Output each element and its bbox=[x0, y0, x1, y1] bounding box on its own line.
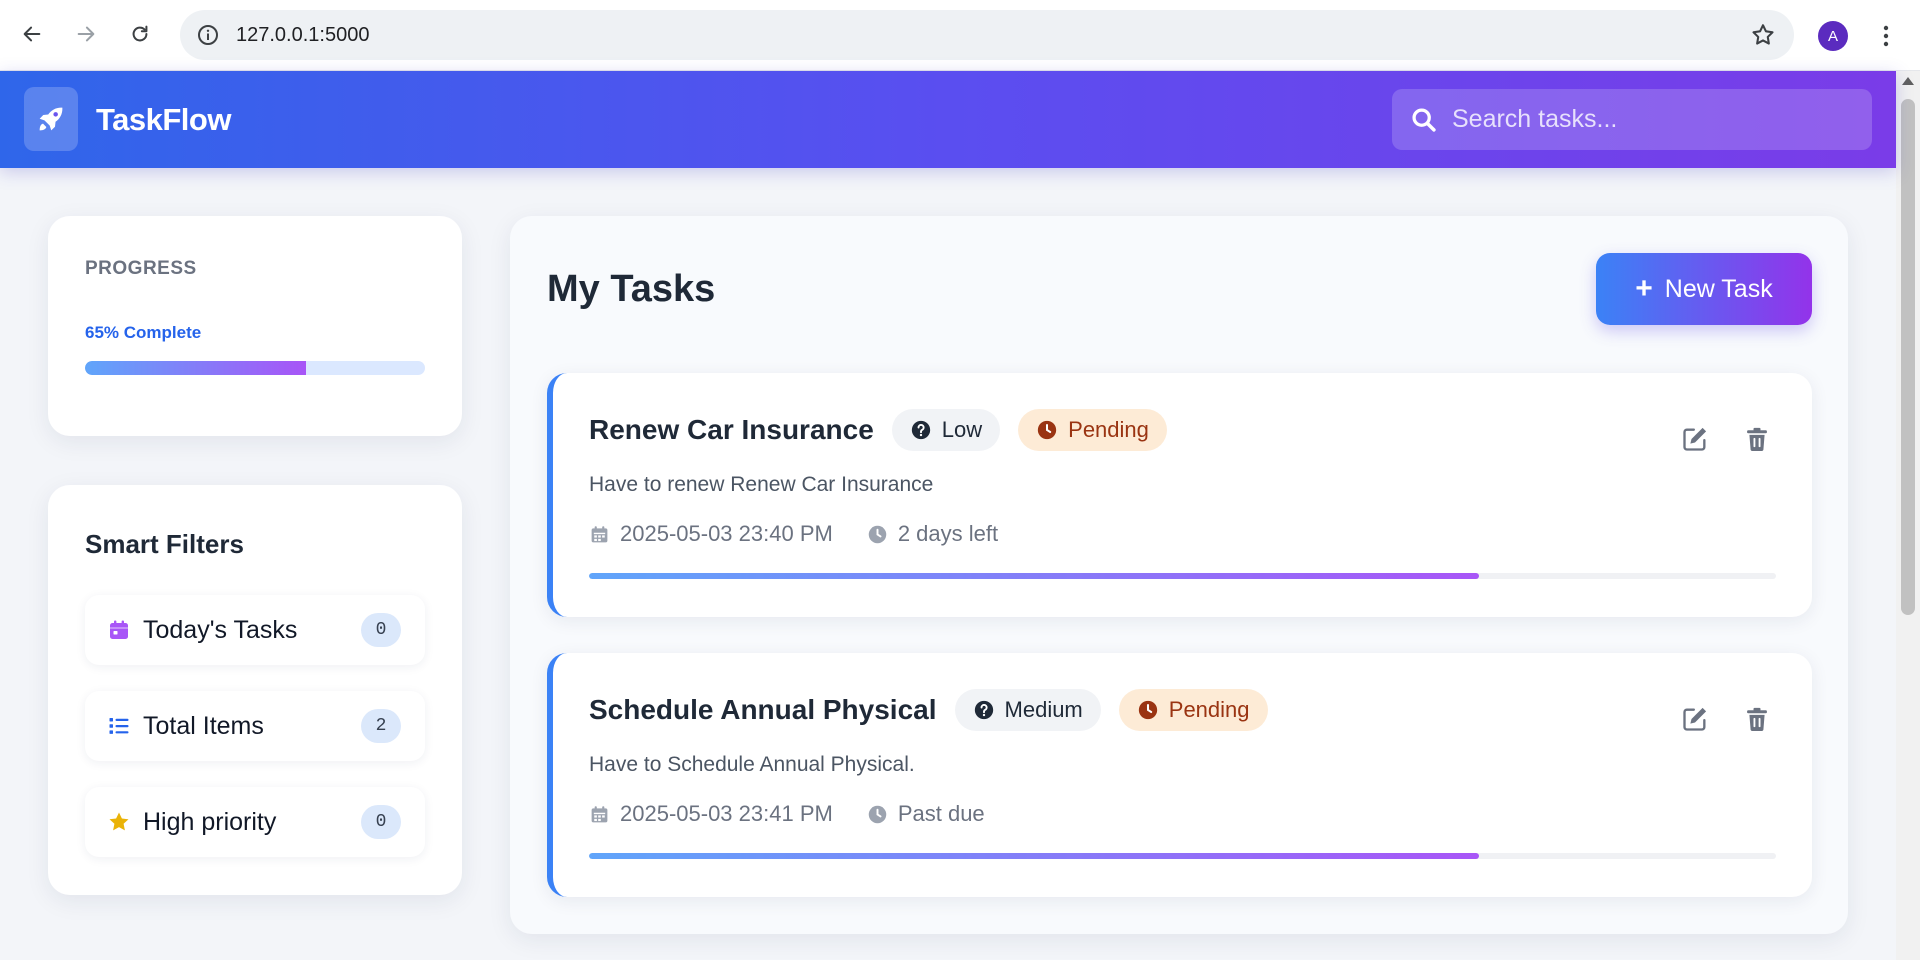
progress-bar bbox=[85, 361, 425, 375]
scroll-up-arrow[interactable] bbox=[1902, 77, 1914, 85]
task-description: Have to Schedule Annual Physical. bbox=[589, 753, 915, 776]
star-icon bbox=[109, 812, 129, 831]
clock-icon bbox=[868, 525, 887, 543]
search-icon bbox=[1412, 108, 1436, 132]
brand-name: TaskFlow bbox=[96, 102, 231, 137]
filter-todays-tasks[interactable]: Today's Tasks 0 bbox=[85, 595, 425, 665]
status-badge: Pending bbox=[1118, 689, 1268, 731]
bookmark-star-icon[interactable] bbox=[1750, 22, 1776, 48]
filter-total-items[interactable]: Total Items 2 bbox=[85, 691, 425, 761]
arrow-right-icon bbox=[77, 26, 95, 42]
calendar-icon bbox=[591, 805, 608, 822]
search-box[interactable] bbox=[1392, 89, 1872, 150]
clock-icon bbox=[868, 805, 887, 823]
search-input[interactable] bbox=[1452, 89, 1852, 150]
new-task-label: New Task bbox=[1664, 274, 1773, 303]
task-due: Past due bbox=[897, 801, 985, 826]
task-progress-bar bbox=[589, 573, 1776, 579]
page-scrollbar[interactable] bbox=[1896, 71, 1920, 960]
status-label: Pending bbox=[1168, 697, 1250, 722]
task-description: Have to renew Renew Car Insurance bbox=[589, 473, 934, 496]
plus-icon: + bbox=[1635, 272, 1653, 305]
url-text[interactable]: 127.0.0.1:5000 bbox=[236, 24, 369, 47]
reload-button[interactable] bbox=[122, 16, 158, 52]
filters-title: Smart Filters bbox=[85, 529, 244, 559]
clock-icon bbox=[1138, 700, 1157, 720]
tasks-panel: My Tasks + New Task Renew Car Insurance … bbox=[510, 216, 1848, 934]
filter-label: High priority bbox=[143, 808, 277, 836]
trash-icon[interactable] bbox=[1743, 425, 1771, 453]
priority-label: Medium bbox=[1004, 697, 1083, 722]
scroll-thumb[interactable] bbox=[1901, 99, 1915, 615]
filter-high-priority[interactable]: High priority 0 bbox=[85, 787, 425, 857]
task-progress-fill bbox=[589, 573, 1480, 579]
task-card[interactable]: Schedule Annual Physical Medium Pending … bbox=[547, 653, 1812, 897]
task-title: Renew Car Insurance bbox=[589, 414, 874, 445]
clock-icon bbox=[1037, 420, 1057, 440]
progress-title: PROGRESS bbox=[85, 258, 197, 279]
new-task-button[interactable]: + New Task bbox=[1596, 253, 1812, 325]
filter-label: Total Items bbox=[143, 712, 264, 740]
status-label: Pending bbox=[1068, 417, 1149, 442]
forward-button[interactable] bbox=[68, 16, 104, 52]
task-heading: Schedule Annual Physical Medium Pending bbox=[589, 689, 1268, 731]
task-due: 2 days left bbox=[897, 521, 999, 546]
task-progress-bar bbox=[589, 853, 1776, 859]
arrow-left-icon bbox=[23, 26, 41, 42]
rocket-icon bbox=[39, 107, 63, 131]
count-badge: 0 bbox=[361, 805, 401, 839]
task-heading: Renew Car Insurance Low Pending bbox=[589, 409, 1167, 451]
priority-badge: Medium bbox=[954, 689, 1101, 731]
trash-icon[interactable] bbox=[1743, 705, 1771, 733]
address-bar[interactable]: 127.0.0.1:5000 bbox=[180, 10, 1794, 60]
task-meta: 2025-05-03 23:40 PM 2 days left bbox=[589, 521, 998, 547]
progress-label: 65% Complete bbox=[85, 323, 202, 342]
back-button[interactable] bbox=[14, 16, 50, 52]
calendar-icon bbox=[110, 620, 128, 639]
task-card[interactable]: Renew Car Insurance Low Pending Have to … bbox=[547, 373, 1812, 617]
profile-avatar[interactable]: A bbox=[1818, 21, 1848, 51]
smart-filters-card: Smart Filters Today's Tasks 0 Total Item… bbox=[48, 485, 462, 895]
progress-card: PROGRESS 65% Complete bbox=[48, 216, 462, 436]
edit-icon[interactable] bbox=[1681, 425, 1709, 453]
page-title: My Tasks bbox=[547, 268, 716, 310]
task-title: Schedule Annual Physical bbox=[589, 694, 937, 725]
logo[interactable] bbox=[24, 87, 78, 151]
task-meta: 2025-05-03 23:41 PM Past due bbox=[589, 801, 985, 827]
count-badge: 2 bbox=[361, 709, 401, 743]
count-badge: 0 bbox=[361, 613, 401, 647]
filter-label: Today's Tasks bbox=[143, 616, 298, 644]
info-icon[interactable] bbox=[196, 23, 220, 47]
question-circle-icon bbox=[911, 420, 930, 440]
task-progress-fill bbox=[589, 853, 1480, 859]
list-icon bbox=[109, 718, 129, 734]
task-date: 2025-05-03 23:40 PM bbox=[620, 521, 833, 546]
reload-icon bbox=[132, 25, 148, 42]
edit-icon[interactable] bbox=[1681, 705, 1709, 733]
more-vert-icon bbox=[1883, 25, 1889, 47]
progress-bar-fill bbox=[85, 361, 306, 375]
calendar-icon bbox=[591, 525, 608, 542]
status-badge: Pending bbox=[1018, 409, 1167, 451]
priority-label: Low bbox=[941, 417, 983, 442]
browser-menu-button[interactable] bbox=[1874, 20, 1898, 52]
priority-badge: Low bbox=[891, 409, 1001, 451]
app-header: TaskFlow bbox=[0, 71, 1896, 168]
task-date: 2025-05-03 23:41 PM bbox=[620, 801, 833, 826]
question-circle-icon bbox=[974, 700, 993, 720]
browser-toolbar: 127.0.0.1:5000 A bbox=[0, 0, 1920, 71]
